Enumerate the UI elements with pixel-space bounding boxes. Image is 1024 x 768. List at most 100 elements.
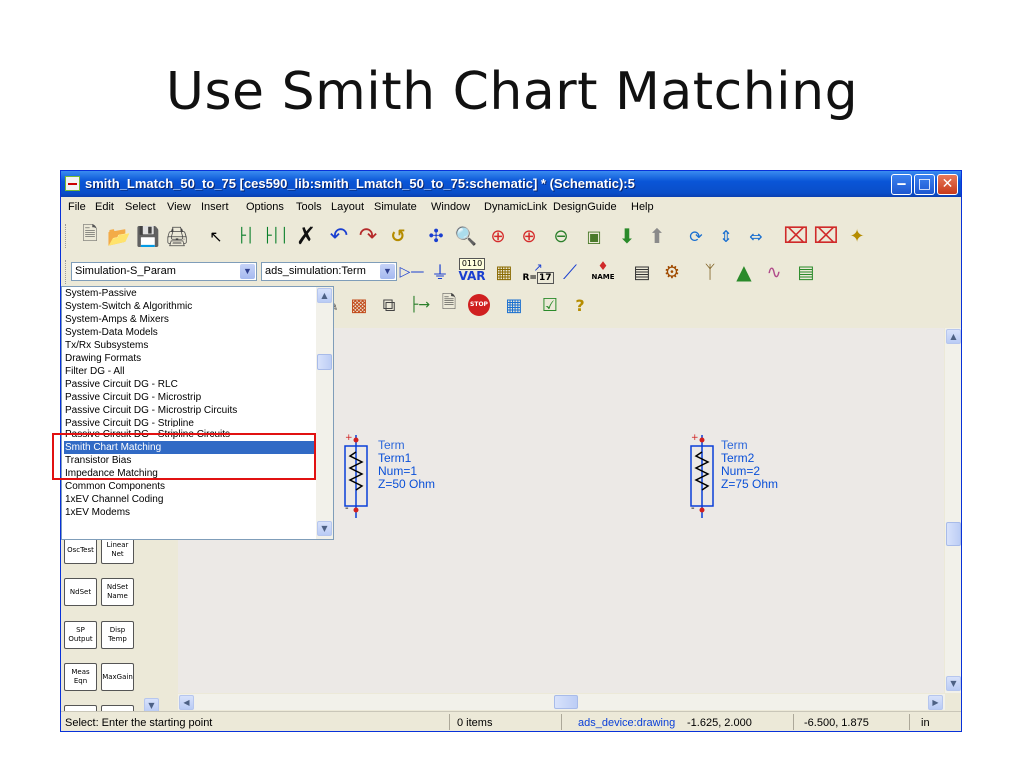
zoom-out-icon[interactable]: ⊖ <box>548 223 574 249</box>
vertical-scroll-thumb[interactable] <box>946 522 961 546</box>
data-display-icon[interactable]: ∿ <box>761 259 787 285</box>
horizontal-scroll-thumb[interactable] <box>554 695 578 709</box>
help-icon[interactable]: ? <box>567 292 593 318</box>
scroll-right-icon[interactable]: ▶ <box>928 695 943 710</box>
deactivate-icon[interactable]: ⌧ <box>783 223 809 249</box>
minimize-button[interactable]: ‒ <box>891 174 912 195</box>
disp-temp-button[interactable]: Disp Temp <box>101 621 134 649</box>
dropdown-item[interactable]: Passive Circuit DG - Microstrip Circuits <box>64 404 319 417</box>
stop-icon[interactable]: STOP <box>466 292 492 318</box>
menu-options[interactable]: Options <box>246 201 284 213</box>
dropdown-item[interactable]: Common Components <box>64 480 319 493</box>
scroll-left-icon[interactable]: ◀ <box>179 695 194 710</box>
param-sweep-icon[interactable]: ↗ R= 17 <box>522 259 554 285</box>
dropdown-item[interactable]: System-Switch & Algorithmic <box>64 300 319 313</box>
insert-wire-icon[interactable]: ├││ <box>263 223 289 249</box>
menu-file[interactable]: File <box>68 201 86 213</box>
zoom-by-two-icon[interactable]: ⊕ <box>516 223 542 249</box>
dropdown-item[interactable]: 1xEV Channel Coding <box>64 493 319 506</box>
sp-output-button[interactable]: SP Output <box>64 621 97 649</box>
term1-symbol[interactable]: + - <box>344 433 368 518</box>
display-template-icon[interactable]: ▦ <box>491 259 517 285</box>
insert-pin-small-icon[interactable]: ├→ <box>407 292 433 318</box>
repeat-icon[interactable]: ↺ <box>385 223 411 249</box>
menu-window[interactable]: Window <box>431 201 470 213</box>
push-into-hierarchy-icon[interactable]: ⬇ <box>614 223 640 249</box>
toolbar-grip[interactable] <box>65 224 69 248</box>
ndset-button[interactable]: NdSet <box>64 578 97 606</box>
ground-icon[interactable]: ⏚ <box>427 259 453 285</box>
name-node-icon[interactable]: ♦ NAME <box>587 257 619 283</box>
chevron-down-icon[interactable]: ▼ <box>240 264 255 279</box>
simulate-icon[interactable]: ▲ <box>731 259 757 285</box>
insert-pin-icon[interactable]: ├│ <box>233 223 259 249</box>
menu-edit[interactable]: Edit <box>95 201 114 213</box>
maximize-button[interactable]: □ <box>914 174 935 195</box>
save-icon[interactable]: 💾 <box>135 223 161 249</box>
dropdown-scroll-thumb[interactable] <box>317 354 332 370</box>
component-library-icon[interactable]: ▩ <box>346 292 372 318</box>
undo-icon[interactable]: ↶ <box>326 223 352 249</box>
close-button[interactable]: ✕ <box>937 174 958 195</box>
redo-icon[interactable]: ↷ <box>355 223 381 249</box>
tuning-icon[interactable]: ᛉ <box>697 259 723 285</box>
menu-select[interactable]: Select <box>125 201 156 213</box>
maxgain-button[interactable]: MaxGain <box>101 663 134 691</box>
dropdown-item[interactable]: System-Amps & Mixers <box>64 313 319 326</box>
mirror-y-icon[interactable]: ⇔ <box>743 223 769 249</box>
chevron-down-icon[interactable]: ▼ <box>380 264 395 279</box>
vertical-scrollbar[interactable]: ▲ ▼ <box>945 328 961 693</box>
document-icon[interactable]: 🗎 <box>436 292 462 318</box>
palette-select[interactable]: Simulation-S_Param ▼ <box>71 262 257 281</box>
menu-simulate[interactable]: Simulate <box>374 201 417 213</box>
rotate-icon[interactable]: ⟳ <box>683 223 709 249</box>
wand-icon[interactable]: ✦ <box>844 223 870 249</box>
scroll-up-icon[interactable]: ▲ <box>946 329 961 344</box>
gear-icon[interactable]: ⚙ <box>659 259 685 285</box>
dropdown-item[interactable]: Tx/Rx Subsystems <box>64 339 319 352</box>
dropdown-item[interactable]: Passive Circuit DG - RLC <box>64 378 319 391</box>
eye-plot-icon[interactable]: ▦ <box>501 292 527 318</box>
dropdown-item[interactable]: Drawing Formats <box>64 352 319 365</box>
menu-dynamiclink[interactable]: DynamicLink <box>484 201 547 213</box>
new-document-icon[interactable]: 🗎 <box>77 223 103 249</box>
palette-dropdown-list[interactable]: System-Passive System-Switch & Algorithm… <box>61 286 334 540</box>
horizontal-scrollbar[interactable]: ◀ ▶ <box>178 694 945 710</box>
zoom-in-icon[interactable]: ⊕ <box>485 223 511 249</box>
wire-draw-icon[interactable]: ⟋ <box>557 259 583 285</box>
results-icon[interactable]: ▤ <box>793 259 819 285</box>
dropdown-item[interactable]: System-Data Models <box>64 326 319 339</box>
osctest-button[interactable]: OscTest <box>64 536 97 564</box>
print-icon[interactable]: 🖨 <box>164 223 190 249</box>
dropdown-scrollbar[interactable]: ▲ ▼ <box>316 287 333 539</box>
dropdown-item[interactable]: Passive Circuit DG - Stripline <box>64 417 319 427</box>
menu-help[interactable]: Help <box>631 201 654 213</box>
toolbar-grip[interactable] <box>65 260 69 284</box>
scroll-down-icon[interactable]: ▼ <box>946 676 961 691</box>
ndset-name-button[interactable]: NdSet Name <box>101 578 134 606</box>
term2-symbol[interactable]: + - <box>690 433 714 518</box>
move-icon[interactable]: ✣ <box>423 223 449 249</box>
dropdown-item[interactable]: 1xEV Modems <box>64 506 319 519</box>
menu-designguide[interactable]: DesignGuide <box>553 201 617 213</box>
check-design-icon[interactable]: ☑ <box>537 292 563 318</box>
meas-eqn-button[interactable]: Meas Eqn <box>64 663 97 691</box>
view-all-icon[interactable]: ▣ <box>581 223 607 249</box>
var-equation-icon[interactable]: 0110 VAR <box>456 257 488 283</box>
dropdown-item[interactable]: Filter DG - All <box>64 365 319 378</box>
dropdown-item[interactable]: Passive Circuit DG - Microstrip <box>64 391 319 404</box>
mirror-x-icon[interactable]: ⇕ <box>713 223 739 249</box>
select-pointer-icon[interactable]: ↖ <box>203 223 229 249</box>
menu-layout[interactable]: Layout <box>331 201 364 213</box>
copy-to-layout-icon[interactable]: ⧉ <box>376 292 402 318</box>
window-titlebar[interactable]: smith_Lmatch_50_to_75 [ces590_lib:smith_… <box>61 171 961 197</box>
component-select[interactable]: ads_simulation:Term ▼ <box>261 262 397 281</box>
dropdown-scroll-up-icon[interactable]: ▲ <box>317 288 332 303</box>
port-icon[interactable]: ▷— <box>399 259 425 285</box>
delete-icon[interactable]: ✗ <box>293 222 319 250</box>
menu-insert[interactable]: Insert <box>201 201 229 213</box>
dropdown-scroll-down-icon[interactable]: ▼ <box>317 521 332 536</box>
short-icon[interactable]: ⌧ <box>813 223 839 249</box>
linear-net-button[interactable]: Linear Net <box>101 536 134 564</box>
menu-tools[interactable]: Tools <box>296 201 322 213</box>
